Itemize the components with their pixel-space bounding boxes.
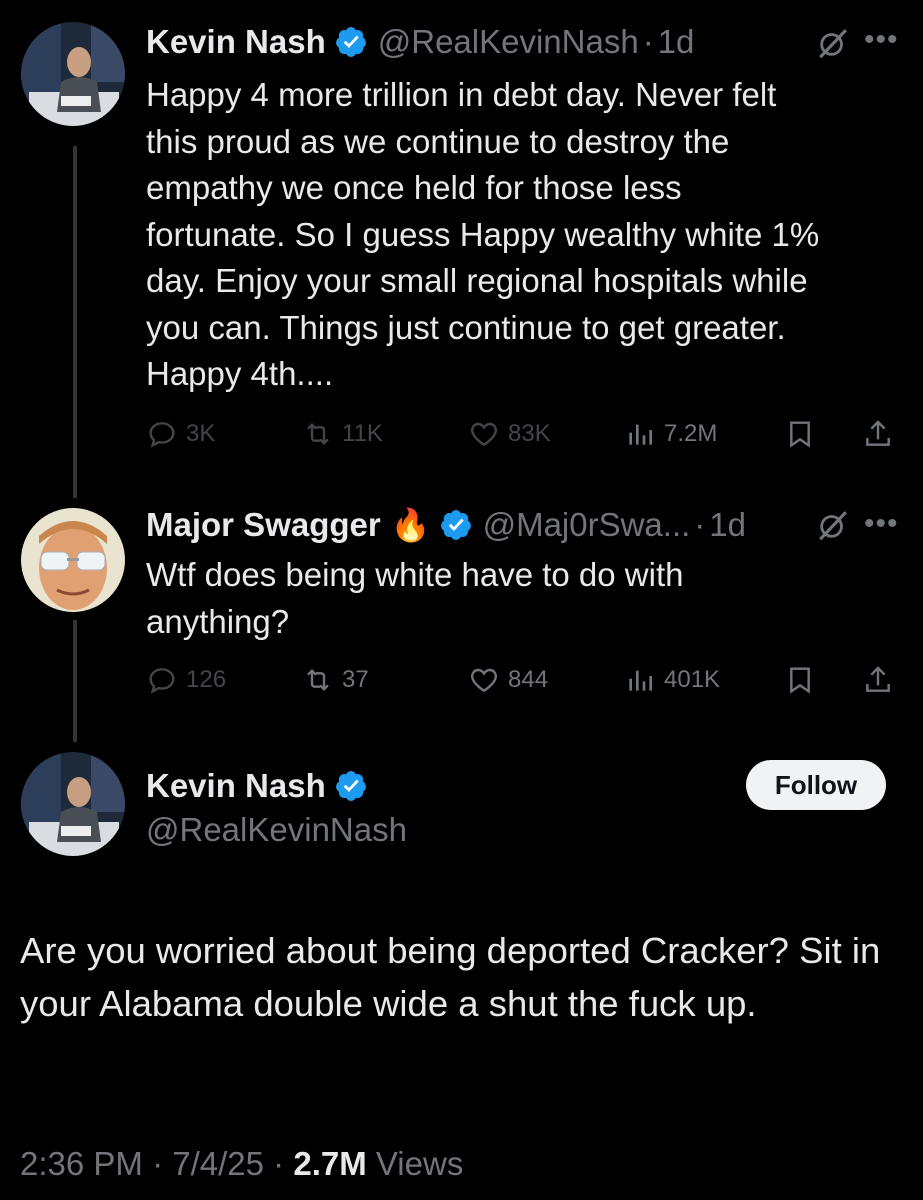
tweet-header: Kevin Nash @RealKevinNash · 1d bbox=[146, 22, 694, 62]
separator: · bbox=[152, 1145, 164, 1182]
views-button[interactable]: 401K bbox=[624, 660, 720, 700]
timestamp[interactable]: 1d bbox=[658, 22, 695, 62]
author-handle[interactable]: @RealKevinNash bbox=[146, 810, 407, 850]
separator: · bbox=[642, 23, 654, 60]
reply-button[interactable]: 3K bbox=[146, 414, 215, 454]
main-author-row: Kevin Nash bbox=[146, 766, 368, 806]
share-icon bbox=[866, 666, 890, 692]
grok-icon[interactable] bbox=[816, 508, 850, 542]
separator: · bbox=[273, 1145, 285, 1182]
repost-button[interactable]: 11K bbox=[302, 414, 383, 454]
reply-count: 3K bbox=[186, 420, 216, 447]
action-bar: 3K 11K 83K 7.2M bbox=[146, 414, 906, 454]
author-name[interactable]: Kevin Nash bbox=[146, 22, 326, 62]
tweet-text: Wtf does being white have to do with any… bbox=[146, 556, 684, 640]
share-button[interactable] bbox=[862, 414, 902, 454]
bookmark-icon bbox=[790, 421, 810, 448]
avatar[interactable] bbox=[21, 22, 125, 126]
verified-badge-icon bbox=[335, 771, 366, 801]
bookmark-button[interactable] bbox=[784, 414, 824, 454]
tweet-time[interactable]: 2:36 PM bbox=[20, 1145, 143, 1182]
bookmark-button[interactable] bbox=[784, 660, 824, 700]
thread-line-2 bbox=[73, 620, 77, 742]
timestamp[interactable]: 1d bbox=[709, 505, 746, 545]
more-icon[interactable]: ••• bbox=[864, 509, 899, 539]
tweet-meta: 2:36 PM · 7/4/25 · 2.7M Views bbox=[20, 1144, 463, 1184]
share-button[interactable] bbox=[862, 660, 902, 700]
author-handle[interactable]: @RealKevinNash bbox=[378, 22, 639, 62]
author-name[interactable]: Major Swagger bbox=[146, 505, 381, 545]
verified-badge-icon bbox=[440, 510, 471, 540]
avatar[interactable] bbox=[21, 752, 125, 856]
thread-line-1 bbox=[73, 146, 77, 498]
views-icon bbox=[629, 670, 652, 691]
verified-badge-icon bbox=[335, 27, 366, 57]
tweet-text: Happy 4 more trillion in debt day. Never… bbox=[146, 76, 820, 392]
avatar[interactable] bbox=[21, 508, 125, 612]
follow-button[interactable]: Follow bbox=[746, 760, 886, 810]
repost-icon bbox=[307, 668, 329, 692]
reply-count: 126 bbox=[186, 666, 227, 693]
grok-icon[interactable] bbox=[816, 26, 850, 60]
tweet-date[interactable]: 7/4/25 bbox=[172, 1145, 264, 1182]
author-name[interactable]: Kevin Nash bbox=[146, 766, 326, 806]
views-label: Views bbox=[375, 1145, 464, 1182]
tweet-header: Major Swagger 🔥 @Maj0rSwa... · 1d bbox=[146, 505, 746, 545]
repost-icon bbox=[307, 422, 329, 446]
views-count: 2.7M bbox=[293, 1145, 367, 1182]
like-button[interactable]: 844 bbox=[468, 660, 548, 700]
fire-icon: 🔥 bbox=[390, 507, 431, 543]
repost-count: 11K bbox=[342, 420, 383, 447]
like-count: 844 bbox=[508, 666, 549, 693]
like-icon bbox=[471, 668, 497, 693]
views-count: 401K bbox=[664, 666, 721, 693]
like-count: 83K bbox=[508, 420, 551, 447]
action-bar: 126 37 844 401K bbox=[146, 660, 906, 700]
like-button[interactable]: 83K bbox=[468, 414, 551, 454]
bookmark-icon bbox=[790, 667, 810, 694]
tweet-text: Are you worried about being deported Cra… bbox=[20, 930, 881, 1024]
views-icon bbox=[629, 424, 652, 445]
like-icon bbox=[471, 422, 497, 447]
share-icon bbox=[866, 420, 890, 446]
reply-icon bbox=[149, 422, 175, 448]
views-button[interactable]: 7.2M bbox=[624, 414, 717, 454]
reply-icon bbox=[149, 668, 175, 694]
author-handle[interactable]: @Maj0rSwa... bbox=[483, 505, 691, 545]
repost-count: 37 bbox=[342, 666, 369, 693]
reply-button[interactable]: 126 bbox=[146, 660, 226, 700]
more-icon[interactable]: ••• bbox=[864, 25, 899, 55]
separator: · bbox=[694, 506, 706, 543]
views-count: 7.2M bbox=[664, 420, 718, 447]
repost-button[interactable]: 37 bbox=[302, 660, 369, 700]
